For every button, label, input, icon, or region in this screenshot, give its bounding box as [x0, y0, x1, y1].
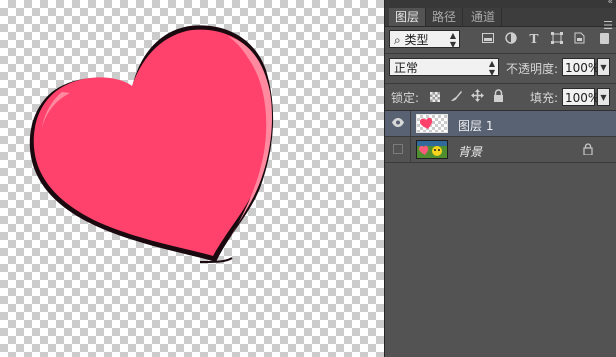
opacity-input[interactable]: 100% — [562, 58, 599, 76]
lock-icon — [583, 143, 593, 158]
layer-row-layer-1[interactable]: 图层 1 — [385, 111, 616, 137]
layers-list: 图层 1 背景 — [385, 111, 616, 357]
visibility-toggle[interactable] — [385, 137, 411, 162]
layer-name[interactable]: 背景 — [458, 143, 482, 160]
lock-all-icon[interactable] — [491, 89, 505, 103]
filter-kind-label: ⌕ 类型 — [394, 33, 429, 47]
type-filter-icon[interactable]: T — [526, 32, 542, 46]
shape-filter-icon[interactable] — [549, 32, 565, 46]
layer-thumbnail[interactable] — [416, 140, 448, 159]
opacity-dropdown-icon[interactable]: ▼ — [597, 58, 610, 76]
blend-mode-value: 正常 — [394, 61, 419, 75]
lock-row: 锁定: 填充: 100% ▼ — [385, 85, 616, 109]
smart-object-filter-icon[interactable] — [571, 32, 587, 46]
divider — [385, 83, 616, 84]
blend-row: 正常 ▲ ▼ 不透明度: 100% ▼ — [385, 55, 616, 81]
fill-input[interactable]: 100% — [562, 88, 599, 106]
select-arrows-icon: ▲ ▼ — [449, 31, 456, 49]
lock-label: 锁定: — [391, 91, 420, 105]
tab-paths[interactable]: 路径 — [426, 8, 464, 26]
layer-row-background[interactable]: 背景 — [385, 137, 616, 163]
fill-label: 填充: — [530, 91, 559, 105]
panel-header-strip: « — [385, 0, 616, 8]
heart-shape — [29, 25, 274, 263]
panel-tabbar: 图层 路径 通道 ☰ — [385, 8, 616, 32]
visibility-toggle[interactable] — [385, 111, 411, 136]
heart-thumbnail-icon — [420, 117, 433, 129]
collapse-panel-icon[interactable]: « — [607, 0, 612, 7]
filter-toggle-icon[interactable] — [600, 33, 609, 44]
adjustment-filter-icon[interactable] — [503, 32, 519, 46]
layer-filter-row: ⌕ 类型 ▲ ▼ T — [385, 27, 616, 51]
image-filter-icon[interactable] — [480, 32, 496, 46]
hidden-visibility-box[interactable] — [393, 144, 403, 154]
tab-layers[interactable]: 图层 — [389, 8, 427, 26]
blend-mode-select[interactable]: 正常 ▲ ▼ — [389, 58, 499, 77]
lock-image-pixels-icon[interactable] — [449, 89, 463, 103]
layer-thumbnail[interactable] — [416, 114, 448, 133]
fill-dropdown-icon[interactable]: ▼ — [597, 88, 610, 106]
document-canvas[interactable] — [0, 0, 384, 357]
lock-transparent-pixels-icon[interactable] — [430, 92, 440, 102]
layers-panel: « 图层 路径 通道 ☰ ⌕ 类型 ▲ ▼ T 正常 ▲ ▼ 不透明度: 100… — [385, 0, 616, 357]
divider — [385, 53, 616, 54]
select-arrows-icon: ▲ ▼ — [488, 59, 495, 77]
filter-kind-select[interactable]: ⌕ 类型 ▲ ▼ — [389, 30, 460, 49]
lock-position-icon[interactable] — [470, 89, 484, 103]
eye-icon[interactable] — [392, 117, 404, 130]
tab-channels[interactable]: 通道 — [465, 8, 503, 26]
background-thumbnail-icon — [417, 141, 447, 158]
opacity-label: 不透明度: — [506, 62, 559, 76]
layer-name[interactable]: 图层 1 — [458, 117, 493, 134]
